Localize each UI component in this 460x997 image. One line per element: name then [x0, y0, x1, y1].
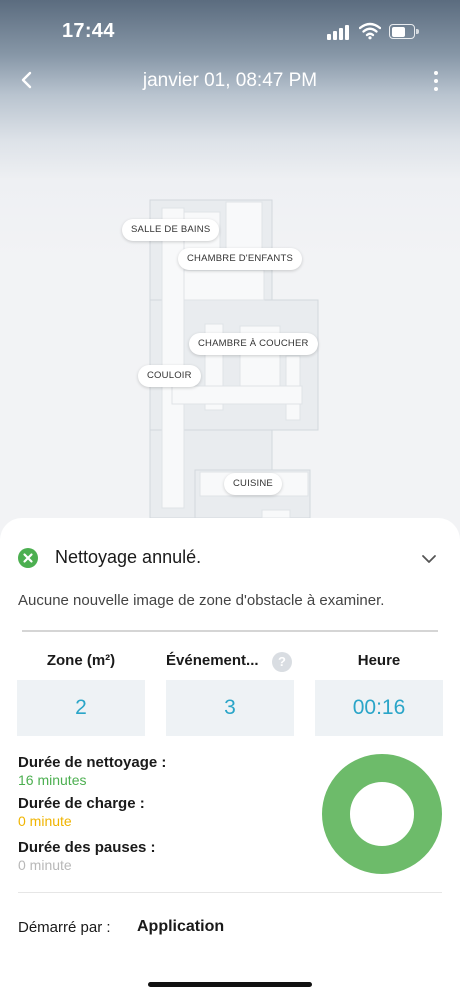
zone-header: Zone (m²): [46, 652, 116, 669]
zone-value: 2: [17, 680, 145, 736]
started-by-label: Démarré par :: [18, 919, 111, 936]
cleaning-duration-label: Durée de nettoyage :: [18, 754, 167, 771]
wifi-icon: [359, 22, 381, 40]
charging-duration-label: Durée de charge :: [18, 795, 145, 812]
battery-icon: [389, 24, 419, 39]
top-area: SALLE DE BAINS CHAMBRE D'ENFANTS CHAMBRE…: [0, 0, 460, 560]
signal-icon: [327, 24, 353, 40]
status-text: Nettoyage annulé.: [55, 547, 202, 567]
room-label-salle-de-bains[interactable]: SALLE DE BAINS: [122, 219, 220, 241]
divider: [22, 630, 438, 632]
success-icon: [18, 548, 38, 568]
time-value: 00:16: [315, 680, 443, 736]
events-header: Événement...: [166, 652, 259, 669]
room-label-cuisine[interactable]: CUISINE: [224, 473, 282, 495]
duration-donut-chart: [322, 754, 442, 874]
status-time: 17:44: [62, 20, 115, 42]
status-row[interactable]: Nettoyage annulé.: [18, 546, 442, 572]
cleaning-duration-value: 16 minutes: [18, 772, 87, 788]
divider: [18, 892, 442, 893]
started-by-value: Application: [137, 918, 225, 935]
time-header: Heure: [357, 652, 401, 669]
home-indicator[interactable]: [148, 982, 312, 987]
status-bar: 17:44: [0, 0, 460, 60]
more-icon[interactable]: [426, 68, 446, 94]
charging-duration-value: 0 minute: [18, 813, 72, 829]
room-label-couloir[interactable]: COULOIR: [138, 365, 201, 387]
donut-ring-cleaning: [322, 754, 442, 874]
pause-duration-label: Durée des pauses :: [18, 839, 156, 856]
pause-duration-value: 0 minute: [18, 857, 72, 873]
room-label-chambre-a-coucher[interactable]: CHAMBRE À COUCHER: [189, 333, 318, 355]
room-label-chambre-enfants[interactable]: CHAMBRE D'ENFANTS: [178, 248, 303, 270]
help-icon[interactable]: ?: [272, 652, 292, 672]
summary-sheet: Nettoyage annulé. Aucune nouvelle image …: [0, 518, 460, 997]
events-value[interactable]: 3: [166, 680, 294, 736]
obstacle-info-text: Aucune nouvelle image de zone d'obstacle…: [18, 592, 385, 609]
page-title: janvier 01, 08:47 PM: [142, 70, 318, 91]
chevron-down-icon[interactable]: [420, 550, 438, 568]
